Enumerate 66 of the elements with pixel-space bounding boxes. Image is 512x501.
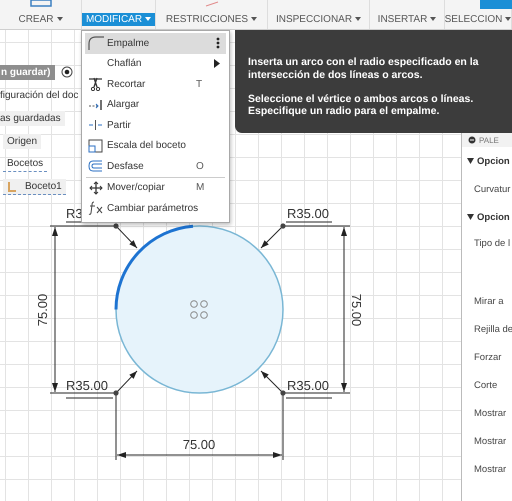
tooltip-text: Inserta un arco con el radio especificado en la intersección de dos líneas o arcos. xyxy=(248,56,480,82)
radius-label: R35.00 xyxy=(287,378,329,393)
menu-item[interactable]: Alargar xyxy=(85,94,226,115)
expand-icon[interactable] xyxy=(467,214,474,220)
option-label: Curvatur xyxy=(474,184,510,194)
expand-icon[interactable] xyxy=(467,158,474,164)
center-icon xyxy=(190,300,208,319)
toolbar-tab[interactable]: SELECCION xyxy=(440,13,512,26)
palette-title: PALE xyxy=(479,136,499,144)
browser-item[interactable]: as guardadas xyxy=(0,110,65,126)
sketch-point xyxy=(280,390,286,396)
browser-item[interactable]: Bocetos xyxy=(3,156,48,172)
menu-item[interactable]: Recortar T xyxy=(85,74,226,94)
caret-icon xyxy=(430,17,436,22)
caret-icon xyxy=(505,17,512,22)
fillet-icon xyxy=(88,36,104,50)
toolbar-tab[interactable]: INSERTAR xyxy=(374,13,440,26)
radius-label: R35.00 xyxy=(66,378,108,393)
leader-line xyxy=(260,370,332,398)
leader-line xyxy=(260,222,332,248)
toolbar-tab[interactable]: MODIFICAR xyxy=(82,13,156,26)
menu-item[interactable]: Mover/copiar M xyxy=(85,178,226,198)
option-label: Forzar xyxy=(474,352,502,362)
option-label: Mirar a xyxy=(474,296,504,306)
sketch-point xyxy=(113,390,119,396)
caret-icon xyxy=(355,17,362,22)
section-title[interactable]: Opcion xyxy=(477,156,510,166)
browser-item[interactable]: Boceto1 xyxy=(3,179,66,195)
radius-label: R35.00 xyxy=(287,206,329,221)
menu-item[interactable]: Partir xyxy=(85,115,226,136)
sketch-point xyxy=(113,223,119,229)
option-label: Mostrar xyxy=(474,436,506,446)
caret-icon xyxy=(56,17,62,22)
option-label: Mostrar xyxy=(474,464,506,474)
function-icon xyxy=(88,201,104,216)
tooltip-text: Seleccione el vértice o ambos arcos o líneas. Especifique un radio para el empalme. xyxy=(248,92,474,118)
extend-icon xyxy=(88,98,103,111)
offset-icon xyxy=(88,160,103,172)
scissors-icon xyxy=(88,77,103,92)
menu-item[interactable]: Cambiar parámetros xyxy=(85,198,226,218)
leader-line xyxy=(66,370,138,398)
menu-item[interactable]: Escala del boceto xyxy=(85,136,226,156)
browser-item[interactable]: Origen xyxy=(3,134,42,148)
sketch-point xyxy=(280,223,286,229)
toolbar-tab[interactable]: RESTRICCIONES xyxy=(162,13,262,26)
break-icon xyxy=(88,119,103,132)
radio-icon[interactable] xyxy=(61,66,74,78)
scale-icon xyxy=(88,138,103,153)
toolbar-tab[interactable]: INSPECCIONAR xyxy=(272,13,366,26)
browser-item[interactable]: figuración del doc xyxy=(0,88,82,102)
collapse-icon[interactable] xyxy=(468,136,476,144)
option-label: Tipo de l xyxy=(474,238,510,249)
menu-item[interactable]: Empalme xyxy=(85,33,226,54)
dimension-label: 75.00 xyxy=(182,437,216,452)
caret-icon xyxy=(251,17,258,22)
toolbar-tab[interactable]: CREAR xyxy=(14,13,66,26)
option-label: Mostrar xyxy=(474,408,506,418)
dimension-label: 75.00 xyxy=(349,294,364,326)
dimension-label: 75.00 xyxy=(35,294,50,326)
caret-icon xyxy=(145,17,152,22)
section-title[interactable]: Opcion xyxy=(477,212,510,222)
menu-item[interactable]: Chaflán xyxy=(85,54,226,74)
menu-item[interactable]: Desfase O xyxy=(85,156,226,176)
more-options-icon[interactable] xyxy=(216,37,220,50)
move-icon xyxy=(88,180,102,195)
option-label: Corte xyxy=(474,380,498,390)
